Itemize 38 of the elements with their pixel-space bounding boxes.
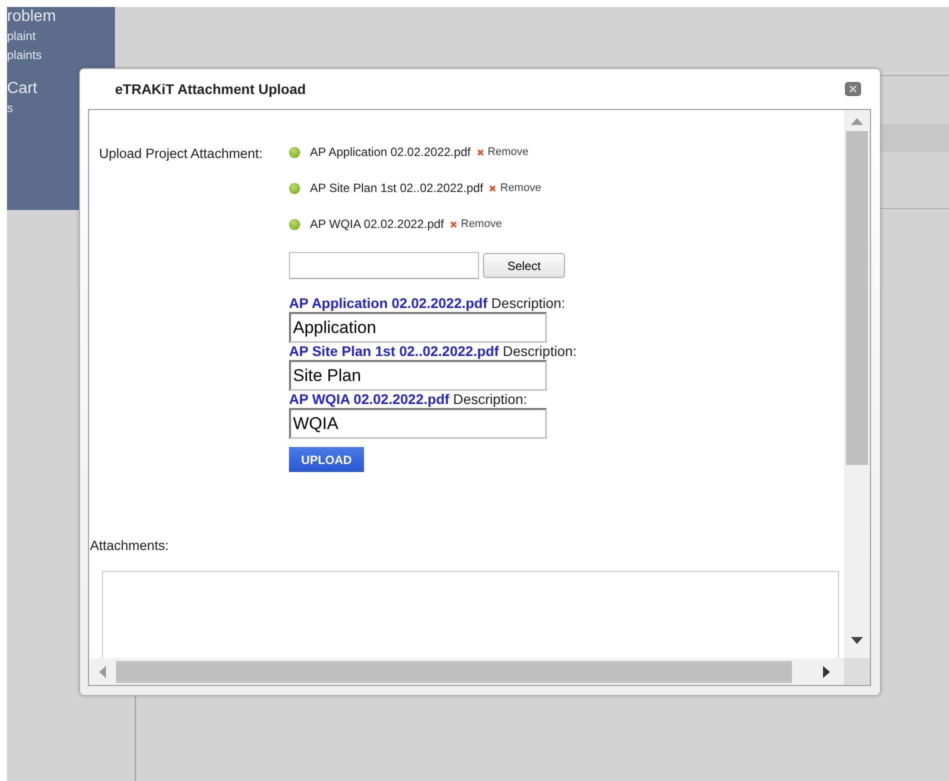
sidebar-link[interactable]: plaint — [7, 27, 115, 46]
file-name: AP Site Plan 1st 02..02.2022.pdf — [310, 180, 484, 197]
description-input[interactable]: Site Plan — [289, 360, 547, 391]
cross-icon[interactable] — [489, 184, 496, 192]
description-label: AP WQIA 02.02.2022.pdf Description: — [289, 391, 528, 408]
attachments-label: Attachments: — [90, 537, 170, 555]
scrollbar-thumb[interactable] — [116, 660, 792, 682]
status-dot-icon — [289, 182, 300, 194]
select-button[interactable]: Select — [483, 253, 565, 278]
up-arrow-icon[interactable] — [851, 118, 863, 125]
remove-link[interactable]: Remove — [489, 180, 542, 196]
vertical-scrollbar[interactable] — [844, 110, 870, 658]
horizontal-scrollbar[interactable] — [89, 658, 844, 685]
file-name: AP Application 02.02.2022.pdf — [310, 144, 471, 161]
upload-label: Upload Project Attachment: — [99, 145, 264, 163]
description-label: AP Application 02.02.2022.pdf Description: — [289, 295, 566, 312]
dialog-title: eTRAKiT Attachment Upload — [115, 80, 306, 99]
cross-icon[interactable] — [450, 220, 457, 228]
left-arrow-icon[interactable] — [99, 666, 106, 678]
description-label: AP Site Plan 1st 02..02.2022.pdf Description: — [289, 343, 577, 360]
close-icon — [849, 85, 857, 93]
upload-button[interactable]: UPLOAD — [289, 447, 364, 472]
file-name: AP WQIA 02.02.2022.pdf — [310, 216, 444, 233]
sidebar-link[interactable]: plaints — [7, 46, 115, 65]
sidebar-heading[interactable]: roblem — [7, 7, 115, 27]
remove-link[interactable]: Remove — [450, 216, 502, 232]
scrollbar-corner — [844, 658, 870, 685]
close-button[interactable] — [845, 82, 861, 96]
description-input[interactable]: WQIA — [289, 408, 547, 439]
status-dot-icon — [289, 218, 300, 230]
file-input-field[interactable] — [289, 252, 479, 279]
cross-icon[interactable] — [476, 148, 484, 156]
status-dot-icon — [289, 146, 300, 158]
remove-link[interactable]: Remove — [476, 144, 529, 160]
description-input[interactable]: Application — [289, 312, 547, 343]
scrollbar-thumb[interactable] — [846, 131, 868, 465]
right-arrow-icon[interactable] — [823, 666, 830, 678]
down-arrow-icon[interactable] — [851, 637, 863, 644]
